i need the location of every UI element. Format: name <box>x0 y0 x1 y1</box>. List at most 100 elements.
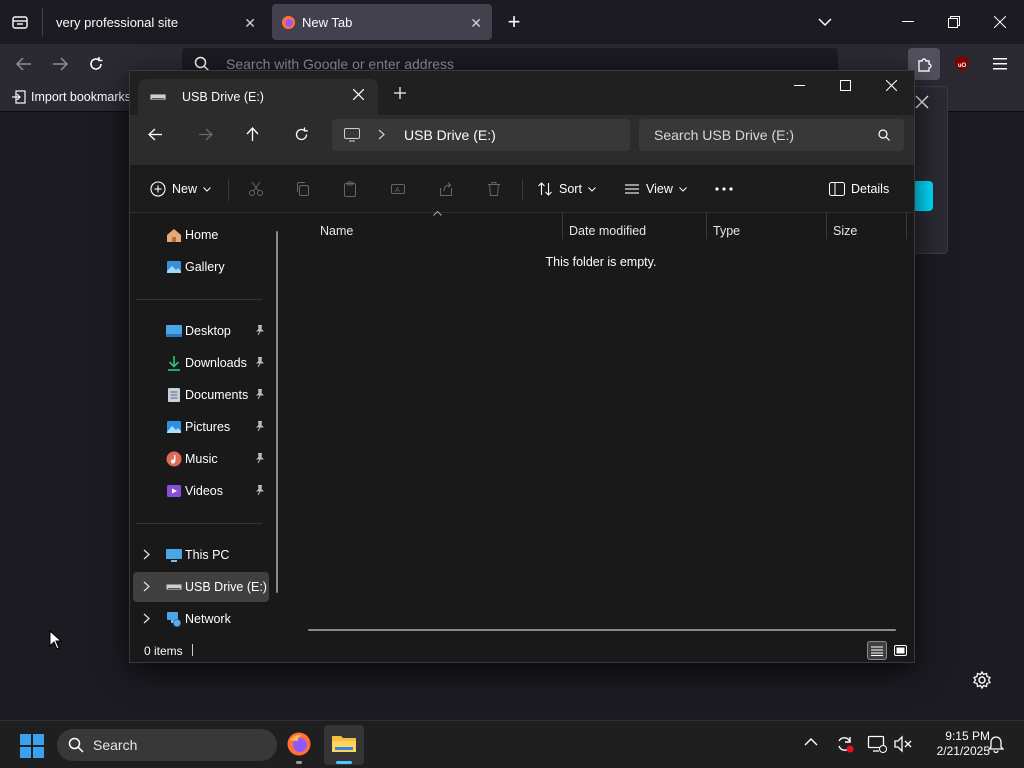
list-all-tabs-chevron-icon[interactable] <box>809 6 841 38</box>
sidebar-item-desktop[interactable]: Desktop <box>133 316 269 346</box>
panel-close-icon[interactable] <box>915 95 929 109</box>
back-icon[interactable] <box>8 48 40 80</box>
minimize-icon[interactable] <box>892 6 924 38</box>
expand-chevron-icon[interactable] <box>143 581 150 592</box>
tab-close-icon[interactable]: ✕ <box>244 15 256 32</box>
forward-icon[interactable] <box>44 48 76 80</box>
pin-icon[interactable] <box>255 452 265 464</box>
pin-icon[interactable] <box>255 356 265 368</box>
new-button[interactable]: New <box>150 173 211 205</box>
new-tab-plus-icon[interactable]: + <box>498 6 530 38</box>
volume-muted-icon[interactable] <box>893 734 913 754</box>
settings-gear-icon[interactable] <box>972 670 992 690</box>
share-icon[interactable] <box>438 173 454 205</box>
import-bookmarks-label: Import bookmarks <box>31 90 132 104</box>
details-pane-button[interactable]: Details <box>829 173 889 205</box>
explorer-close-icon[interactable] <box>886 80 897 91</box>
breadcrumb-usb-drive[interactable]: USB Drive (E:) <box>404 127 496 143</box>
new-tab-plus-icon[interactable] <box>394 87 406 99</box>
explorer-navigation-bar: USB Drive (E:) Search USB Drive (E:) <box>130 115 914 165</box>
sync-status-icon[interactable] <box>835 734 855 754</box>
explorer-maximize-icon[interactable] <box>840 80 851 91</box>
usb-drive-icon <box>150 92 166 102</box>
column-header-type[interactable]: Type <box>713 219 740 243</box>
horizontal-scrollbar[interactable] <box>308 629 896 631</box>
details-view-toggle-icon[interactable] <box>867 641 887 660</box>
column-header-size[interactable]: Size <box>833 219 857 243</box>
item-count: 0 items <box>144 644 183 658</box>
column-header-name[interactable]: Name <box>320 219 353 243</box>
sidebar-item-downloads[interactable]: Downloads <box>133 348 269 378</box>
pin-icon[interactable] <box>255 420 265 432</box>
sidebar-item-home[interactable]: Home <box>133 220 269 250</box>
sidebar-item-network[interactable]: Network <box>133 604 269 634</box>
pin-icon[interactable] <box>255 484 265 496</box>
tab-close-icon[interactable] <box>353 89 364 100</box>
restore-icon[interactable] <box>938 6 970 38</box>
nav-forward-icon[interactable] <box>198 128 213 141</box>
new-label: New <box>172 182 198 196</box>
hamburger-menu-icon[interactable] <box>984 48 1016 80</box>
sidebar-item-label: This PC <box>185 548 230 562</box>
nav-refresh-icon[interactable] <box>294 127 309 142</box>
expand-chevron-icon[interactable] <box>143 549 150 560</box>
sidebar-item-label: Documents <box>185 388 249 402</box>
sort-arrows-icon <box>537 181 553 197</box>
tab-title: New Tab <box>302 14 353 30</box>
column-header-date-modified[interactable]: Date modified <box>569 219 646 243</box>
delete-trash-icon[interactable] <box>486 173 502 205</box>
cut-scissors-icon[interactable] <box>248 173 264 205</box>
sidebar-item-documents[interactable]: Documents <box>133 380 269 410</box>
import-bookmarks-button[interactable]: Import bookmarks <box>12 90 131 104</box>
view-button[interactable]: View <box>624 173 687 205</box>
sidebar-item-music[interactable]: Music <box>133 444 269 474</box>
desktop-icon <box>166 323 182 339</box>
windows-start-icon[interactable] <box>20 734 44 758</box>
column-header-row: Name Date modified Type Size <box>288 211 914 239</box>
pin-icon[interactable] <box>255 324 265 336</box>
reload-icon[interactable] <box>80 48 112 80</box>
sidebar-item-this-pc[interactable]: This PC <box>133 540 269 570</box>
browser-tab-very-professional-site[interactable]: very professional site ✕ <box>44 4 266 40</box>
network-display-icon[interactable] <box>867 734 887 754</box>
sidebar-item-label: Pictures <box>185 420 231 434</box>
explorer-search-box[interactable]: Search USB Drive (E:) <box>639 119 904 151</box>
explorer-minimize-icon[interactable] <box>794 85 806 87</box>
address-bar[interactable]: USB Drive (E:) <box>332 119 630 151</box>
paste-clipboard-icon[interactable] <box>342 173 358 205</box>
expand-chevron-icon[interactable] <box>143 613 150 624</box>
explorer-command-bar: New A Sort View Details <box>130 165 914 213</box>
copy-icon[interactable] <box>295 173 311 205</box>
notification-bell-icon[interactable] <box>988 735 1004 753</box>
taskbar-firefox-icon[interactable] <box>286 731 312 764</box>
browser-tab-new-tab[interactable]: New Tab ✕ <box>272 4 492 40</box>
ublock-origin-icon[interactable]: uO <box>946 48 978 80</box>
tab-list-icon[interactable] <box>4 6 36 38</box>
documents-icon <box>166 387 182 403</box>
nav-back-icon[interactable] <box>148 128 163 141</box>
taskbar-file-explorer-icon[interactable] <box>324 725 364 765</box>
taskbar-search-box[interactable]: Search <box>57 729 277 761</box>
sort-button[interactable]: Sort <box>537 173 596 205</box>
explorer-tab-usb-drive[interactable]: USB Drive (E:) <box>138 79 378 115</box>
rename-icon[interactable]: A <box>390 173 406 205</box>
clock[interactable]: 9:15 PM 2/21/2025 <box>920 729 990 759</box>
sidebar-item-usb-drive[interactable]: USB Drive (E:) <box>133 572 269 602</box>
chevron-down-icon <box>203 186 211 192</box>
nav-up-icon[interactable] <box>246 127 259 142</box>
sidebar-scrollbar[interactable] <box>276 231 278 593</box>
sidebar-item-gallery[interactable]: Gallery <box>133 252 269 282</box>
tab-close-icon[interactable]: ✕ <box>470 15 482 32</box>
show-hidden-icons-chevron-icon[interactable] <box>804 737 818 746</box>
sidebar-item-videos[interactable]: Videos <box>133 476 269 506</box>
sidebar-item-label: Home <box>185 228 219 242</box>
sidebar-item-pictures[interactable]: Pictures <box>133 412 269 442</box>
breadcrumb-chevron-icon[interactable] <box>378 129 385 140</box>
import-icon <box>12 90 26 104</box>
close-window-icon[interactable] <box>984 6 1016 38</box>
sidebar-item-label: Network <box>185 612 231 626</box>
pin-icon[interactable] <box>255 388 265 400</box>
large-icons-view-toggle-icon[interactable] <box>890 641 910 660</box>
sidebar-item-label: Downloads <box>185 356 247 370</box>
more-options-ellipsis-icon[interactable] <box>715 173 733 205</box>
